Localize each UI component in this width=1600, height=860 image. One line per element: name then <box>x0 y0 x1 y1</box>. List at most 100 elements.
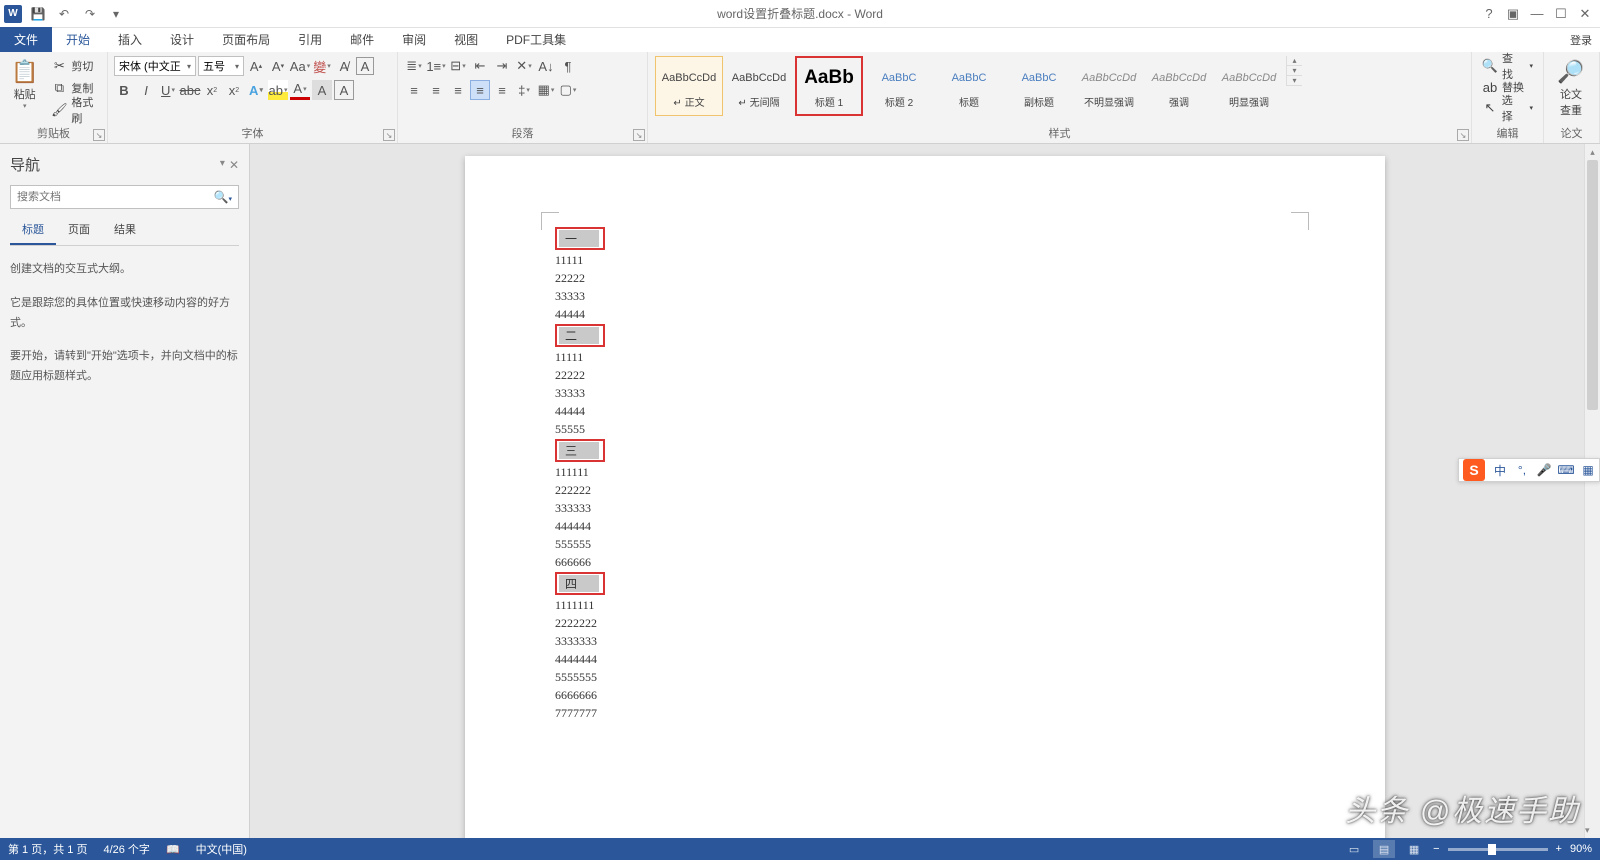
doc-line[interactable]: 6666666 <box>555 686 1295 704</box>
phonetic-guide-icon[interactable]: 變 <box>312 56 332 76</box>
ime-menu-icon[interactable]: ▦ <box>1577 459 1599 481</box>
asian-layout-icon[interactable]: ✕ <box>514 56 534 76</box>
scroll-down-icon[interactable]: ▾ <box>1585 822 1590 838</box>
login-link[interactable]: 登录 <box>1570 32 1592 48</box>
tab-insert[interactable]: 插入 <box>104 27 156 52</box>
doc-line[interactable]: 555555 <box>555 535 1295 553</box>
shrink-font-icon[interactable]: A▾ <box>268 56 288 76</box>
borders-icon[interactable]: ▢ <box>558 80 578 100</box>
font-color-icon[interactable]: A <box>290 80 310 100</box>
doc-line[interactable]: 11111 <box>555 251 1295 269</box>
ime-keyboard-icon[interactable]: ⌨ <box>1555 459 1577 481</box>
ime-logo-icon[interactable]: S <box>1463 459 1485 481</box>
style-item-8[interactable]: AaBbCcDd明显强调 <box>1215 56 1283 116</box>
view-read-icon[interactable]: ▭ <box>1343 840 1365 858</box>
status-page[interactable]: 第 1 页，共 1 页 <box>8 841 87 857</box>
ime-toolbar[interactable]: S 中 °, 🎤 ⌨ ▦ <box>1458 458 1600 482</box>
gallery-up-icon[interactable]: ▴ <box>1287 56 1302 66</box>
doc-line[interactable]: 22222 <box>555 269 1295 287</box>
bullets-icon[interactable]: ≣ <box>404 56 424 76</box>
scroll-up-icon[interactable]: ▴ <box>1585 144 1600 160</box>
line-spacing-icon[interactable]: ‡ <box>514 80 534 100</box>
character-border-icon[interactable]: A <box>334 80 354 100</box>
status-word-count[interactable]: 4/26 个字 <box>103 841 149 857</box>
qat-save-icon[interactable]: 💾 <box>28 4 48 24</box>
doc-line[interactable]: 55555 <box>555 420 1295 438</box>
align-center-icon[interactable]: ≡ <box>426 80 446 100</box>
zoom-slider[interactable] <box>1448 848 1548 851</box>
style-item-4[interactable]: AaBbC标题 <box>935 56 1003 116</box>
character-shading-icon[interactable]: A <box>312 80 332 100</box>
cut-button[interactable]: ✂剪切 <box>47 56 101 76</box>
align-right-icon[interactable]: ≡ <box>448 80 468 100</box>
doc-heading[interactable]: 一 <box>559 230 599 247</box>
decrease-indent-icon[interactable]: ⇤ <box>470 56 490 76</box>
doc-line[interactable]: 222222 <box>555 481 1295 499</box>
tab-home[interactable]: 开始 <box>52 27 104 52</box>
doc-heading[interactable]: 三 <box>559 442 599 459</box>
superscript-icon[interactable]: x2 <box>224 80 244 100</box>
nav-tab-pages[interactable]: 页面 <box>56 217 102 245</box>
vertical-scrollbar[interactable]: ▴ ▾ <box>1584 144 1600 838</box>
tab-file[interactable]: 文件 <box>0 27 52 52</box>
multilevel-list-icon[interactable]: ⊟ <box>448 56 468 76</box>
ime-punct-icon[interactable]: °, <box>1511 459 1533 481</box>
style-item-2[interactable]: AaBb标题 1 <box>795 56 863 116</box>
style-item-5[interactable]: AaBbC副标题 <box>1005 56 1073 116</box>
clear-formatting-icon[interactable]: A̸ <box>334 56 354 76</box>
doc-line[interactable]: 5555555 <box>555 668 1295 686</box>
doc-line[interactable]: 11111 <box>555 348 1295 366</box>
status-language[interactable]: 中文(中国) <box>196 841 247 857</box>
tab-pdf[interactable]: PDF工具集 <box>492 27 580 52</box>
help-icon[interactable]: ? <box>1478 3 1500 25</box>
style-item-1[interactable]: AaBbCcDd↵ 无间隔 <box>725 56 793 116</box>
nav-tab-headings[interactable]: 标题 <box>10 217 56 245</box>
format-painter-button[interactable]: 🖌格式刷 <box>47 100 101 120</box>
doc-line[interactable]: 44444 <box>555 402 1295 420</box>
doc-line[interactable]: 7777777 <box>555 704 1295 722</box>
highlight-icon[interactable]: ab <box>268 80 288 100</box>
zoom-level[interactable]: 90% <box>1570 843 1592 855</box>
nav-search-input[interactable] <box>17 191 214 203</box>
tab-view[interactable]: 视图 <box>440 27 492 52</box>
status-proofing-icon[interactable]: 📖 <box>166 843 180 856</box>
bold-icon[interactable]: B <box>114 80 134 100</box>
gallery-down-icon[interactable]: ▾ <box>1287 66 1302 76</box>
numbering-icon[interactable]: 1≡ <box>426 56 446 76</box>
increase-indent-icon[interactable]: ⇥ <box>492 56 512 76</box>
view-web-icon[interactable]: ▦ <box>1403 840 1425 858</box>
doc-line[interactable]: 33333 <box>555 384 1295 402</box>
sort-icon[interactable]: A↓ <box>536 56 556 76</box>
qat-customize-icon[interactable]: ▾ <box>106 4 126 24</box>
font-dialog-launcher[interactable]: ↘ <box>383 129 395 141</box>
minimize-icon[interactable]: — <box>1526 3 1548 25</box>
ime-mode-button[interactable]: 中 <box>1489 459 1511 481</box>
view-print-icon[interactable]: ▤ <box>1373 840 1395 858</box>
shading-icon[interactable]: ▦ <box>536 80 556 100</box>
nav-search-box[interactable]: 🔍▾ <box>10 185 239 209</box>
show-marks-icon[interactable]: ¶ <box>558 56 578 76</box>
strikethrough-icon[interactable]: abc <box>180 80 200 100</box>
doc-heading[interactable]: 二 <box>559 327 599 344</box>
paragraph-dialog-launcher[interactable]: ↘ <box>633 129 645 141</box>
doc-line[interactable]: 33333 <box>555 287 1295 305</box>
style-item-7[interactable]: AaBbCcDd强调 <box>1145 56 1213 116</box>
doc-line[interactable]: 22222 <box>555 366 1295 384</box>
grow-font-icon[interactable]: A▴ <box>246 56 266 76</box>
zoom-out-icon[interactable]: − <box>1433 843 1439 855</box>
nav-tab-results[interactable]: 结果 <box>102 217 148 245</box>
doc-line[interactable]: 333333 <box>555 499 1295 517</box>
change-case-icon[interactable]: Aa <box>290 56 310 76</box>
doc-line[interactable]: 111111 <box>555 463 1295 481</box>
justify-icon[interactable]: ≡ <box>470 80 490 100</box>
doc-line[interactable]: 1111111 <box>555 596 1295 614</box>
italic-icon[interactable]: I <box>136 80 156 100</box>
nav-dropdown-icon[interactable]: ▾ <box>220 158 225 172</box>
underline-icon[interactable]: U <box>158 80 178 100</box>
distribute-icon[interactable]: ≡ <box>492 80 512 100</box>
doc-line[interactable]: 666666 <box>555 553 1295 571</box>
paste-button[interactable]: 📋 粘贴 ▾ <box>6 56 43 112</box>
enclose-char-icon[interactable]: A <box>356 57 374 75</box>
document-page[interactable]: 一11111222223333344444二111112222233333444… <box>465 156 1385 838</box>
ime-voice-icon[interactable]: 🎤 <box>1533 459 1555 481</box>
